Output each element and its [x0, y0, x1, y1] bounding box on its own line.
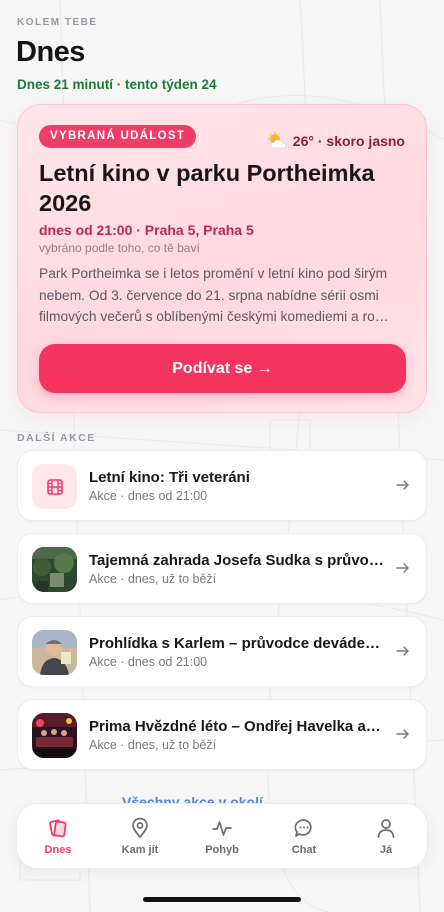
section-eyebrow: KOLEM TEBE: [17, 17, 98, 28]
tab-dnes[interactable]: Dnes: [17, 804, 99, 868]
person-icon: [377, 818, 395, 838]
list-item[interactable]: Prohlídka s Karlem – průvodce deváde… Ak…: [17, 616, 427, 687]
arrow-right-icon: [396, 729, 409, 739]
activity-icon: [212, 820, 232, 836]
chat-bubble-icon: [294, 818, 312, 837]
arrow-right-icon: [396, 646, 409, 656]
more-events-label: DALŠÍ AKCE: [17, 432, 96, 444]
featured-event-card[interactable]: VYBRANÁ UDÁLOST 26° · skoro jasno Letní …: [17, 104, 427, 413]
event-title: Tajemná zahrada Josefa Sudka s průvodcem: [89, 552, 384, 569]
featured-title: Letní kino v parku Portheimka 2026: [39, 160, 375, 216]
event-subtitle: Akce · dnes od 21:00: [89, 489, 208, 503]
bottom-tab-bar: Dnes Kam jít Pohyb Chat Já: [16, 803, 428, 869]
list-item[interactable]: Prima Hvězdné léto – Ondřej Havelka a je…: [17, 699, 427, 770]
activity-stats: Dnes 21 minutí · tento týden 24: [17, 77, 217, 92]
tab-label: Chat: [291, 843, 317, 856]
event-subtitle: Akce · dnes, už to běží: [89, 738, 217, 752]
garden-photo: [32, 547, 77, 592]
event-subtitle: Akce · dnes od 21:00: [89, 655, 208, 669]
tab-kam-jit[interactable]: Kam jít: [99, 804, 181, 868]
weather-info: 26° · skoro jasno: [267, 132, 405, 150]
featured-time-place: dnes od 21:00 · Praha 5, Praha 5: [39, 222, 254, 238]
map-pin-icon: [132, 817, 148, 838]
featured-reason: vybráno podle toho, co tě baví: [39, 241, 200, 255]
tab-label: Kam jít: [121, 843, 159, 856]
view-event-button[interactable]: Podívat se →: [39, 344, 406, 393]
event-title: Prima Hvězdné léto – Ondřej Havelka a je…: [89, 718, 384, 735]
home-indicator: [143, 897, 301, 902]
arrow-right-icon: [396, 563, 409, 573]
event-list: Letní kino: Tři veteráni Akce · dnes od …: [17, 450, 427, 782]
tab-label: Já: [379, 843, 393, 856]
tab-chat[interactable]: Chat: [263, 804, 345, 868]
cards-icon: [49, 819, 67, 837]
concert-photo: [32, 713, 77, 758]
page-title: Dnes: [16, 36, 85, 68]
arrow-right-icon: [396, 480, 409, 490]
featured-badge: VYBRANÁ UDÁLOST: [39, 125, 197, 148]
event-title: Letní kino: Tři veteráni: [89, 469, 250, 486]
list-item[interactable]: Tajemná zahrada Josefa Sudka s průvodcem…: [17, 533, 427, 604]
tab-ja[interactable]: Já: [345, 804, 427, 868]
list-item[interactable]: Letní kino: Tři veteráni Akce · dnes od …: [17, 450, 427, 521]
event-title: Prohlídka s Karlem – průvodce deváde…: [89, 635, 380, 652]
film-icon: [32, 464, 77, 509]
tab-pohyb[interactable]: Pohyb: [181, 804, 263, 868]
event-subtitle: Akce · dnes, už to běží: [89, 572, 217, 586]
tab-label: Pohyb: [205, 843, 239, 856]
sun-behind-cloud-icon: [267, 132, 287, 149]
tab-label: Dnes: [44, 843, 72, 856]
featured-description: Park Portheimka se i letos promění v let…: [39, 266, 389, 324]
person-photo: [32, 630, 77, 675]
weather-text: 26° · skoro jasno: [292, 133, 405, 149]
